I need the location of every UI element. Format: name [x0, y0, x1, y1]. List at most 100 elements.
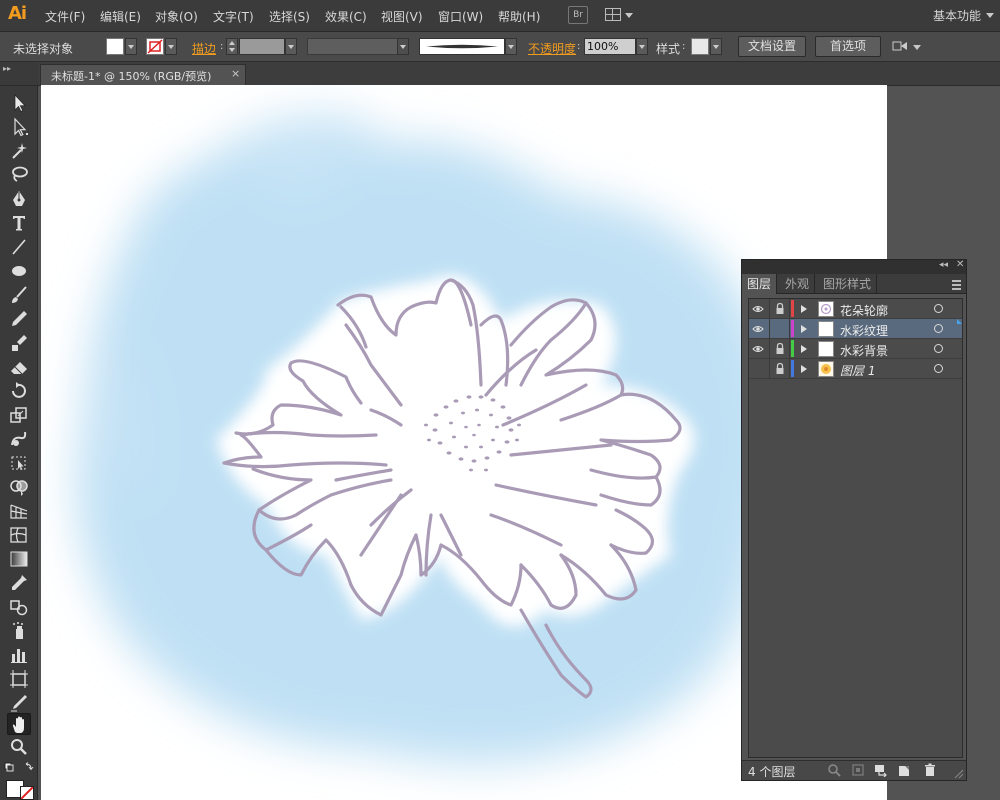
type-tool-icon[interactable] [7, 212, 31, 234]
target-circle-icon[interactable] [934, 344, 943, 353]
symbol-sprayer-tool-icon[interactable] [7, 620, 31, 642]
preferences-button[interactable]: 首选项 [815, 36, 881, 57]
fill-stroke-swatches[interactable] [4, 778, 34, 800]
expand-toolbar-icon[interactable]: ▸▸ [3, 64, 11, 73]
expand-triangle-icon[interactable] [801, 325, 807, 333]
menu-edit[interactable]: 编辑(E) [100, 8, 141, 25]
stroke-dropdown[interactable] [165, 38, 177, 55]
pencil-tool-icon[interactable] [7, 308, 31, 330]
lock-icon[interactable] [774, 362, 786, 375]
make-clipping-mask-icon[interactable] [850, 763, 866, 777]
rotate-tool-icon[interactable] [7, 380, 31, 402]
blend-tool-icon[interactable] [7, 596, 31, 618]
stroke-label[interactable]: 描边 [192, 40, 216, 57]
isolate-icon[interactable] [891, 38, 911, 55]
opacity-dropdown[interactable] [636, 38, 648, 55]
scale-tool-icon[interactable] [7, 404, 31, 426]
layer-name[interactable]: 图层 1 [840, 362, 875, 379]
target-circle-icon[interactable] [934, 304, 943, 313]
magic-wand-tool-icon[interactable] [7, 140, 31, 162]
target-circle-icon[interactable] [934, 364, 943, 373]
workspace-chevron-icon[interactable] [986, 13, 994, 18]
arrange-documents-button[interactable] [605, 6, 635, 24]
eye-icon[interactable] [752, 303, 764, 315]
menu-view[interactable]: 视图(V) [381, 8, 423, 25]
document-setup-button[interactable]: 文档设置 [738, 36, 806, 57]
layer-row[interactable]: 水彩纹理 [749, 319, 962, 339]
layer-name[interactable]: 水彩背景 [840, 342, 888, 359]
paintbrush-tool-icon[interactable] [7, 284, 31, 306]
default-fill-stroke-icon[interactable] [4, 762, 34, 776]
eye-icon[interactable] [752, 323, 764, 335]
mesh-tool-icon[interactable] [7, 524, 31, 546]
gradient-tool-icon[interactable] [7, 548, 31, 570]
zoom-tool-icon[interactable] [7, 736, 31, 758]
artboard-tool-icon[interactable] [7, 668, 31, 690]
stroke-weight-stepper[interactable] [226, 38, 238, 55]
fill-dropdown[interactable] [125, 38, 137, 55]
tab-graphic-styles[interactable]: 图形样式 [818, 274, 878, 294]
direct-selection-tool-icon[interactable] [7, 116, 31, 138]
panel-menu-icon[interactable] [948, 278, 962, 290]
layer-name[interactable]: 花朵轮廓 [840, 302, 888, 319]
menu-object[interactable]: 对象(O) [155, 8, 198, 25]
line-tool-icon[interactable] [7, 236, 31, 258]
lasso-tool-icon[interactable] [7, 164, 31, 186]
menu-file[interactable]: 文件(F) [45, 8, 85, 25]
expand-triangle-icon[interactable] [801, 305, 807, 313]
control-bar-menu-chevron-icon[interactable] [913, 45, 921, 50]
slice-tool-icon[interactable] [7, 692, 31, 714]
menu-effect[interactable]: 效果(C) [325, 8, 367, 25]
menu-select[interactable]: 选择(S) [269, 8, 310, 25]
stroke-color-swatch[interactable] [20, 786, 34, 800]
layer-row[interactable]: 水彩背景 [749, 339, 962, 359]
fill-swatch[interactable] [106, 38, 124, 55]
collapse-panel-icon[interactable]: ◂◂ [939, 260, 948, 270]
document-tab[interactable]: 未标题-1* @ 150% (RGB/预览) × [40, 64, 246, 85]
pen-tool-icon[interactable] [7, 188, 31, 210]
menu-window[interactable]: 窗口(W) [438, 8, 483, 25]
blob-brush-tool-icon[interactable] [7, 332, 31, 354]
stroke-weight-field[interactable] [239, 38, 285, 55]
warp-tool-icon[interactable] [7, 428, 31, 450]
layer-row[interactable]: 图层 1 [749, 359, 962, 379]
eye-icon[interactable] [752, 343, 764, 355]
brush-definition[interactable] [419, 38, 505, 55]
opacity-label[interactable]: 不透明度 [528, 40, 576, 57]
stroke-weight-dropdown[interactable] [285, 38, 297, 55]
graphic-style-dropdown[interactable] [710, 38, 722, 55]
toolbar-grip[interactable]: ▸▸ [0, 62, 38, 86]
brush-dropdown[interactable] [505, 38, 517, 55]
menu-help[interactable]: 帮助(H) [498, 8, 540, 25]
new-layer-icon[interactable] [896, 763, 912, 777]
tab-layers[interactable]: 图层 [742, 274, 778, 294]
profile-dropdown[interactable] [397, 38, 409, 55]
panel-title-bar[interactable]: ◂◂ ✕ [742, 259, 966, 274]
ellipse-tool-icon[interactable] [7, 260, 31, 282]
selection-tool-icon[interactable] [7, 92, 31, 114]
hand-tool-icon[interactable] [7, 713, 31, 735]
target-circle-icon[interactable] [934, 324, 943, 333]
expand-triangle-icon[interactable] [801, 365, 807, 373]
layer-row[interactable]: 花朵轮廓 [749, 299, 962, 319]
expand-triangle-icon[interactable] [801, 345, 807, 353]
trash-icon[interactable] [922, 763, 938, 777]
layer-name[interactable]: 水彩纹理 [840, 322, 888, 339]
bridge-button[interactable]: Br [568, 6, 588, 24]
workspace-switcher[interactable]: 基本功能 [933, 7, 981, 24]
lock-icon[interactable] [774, 302, 786, 315]
perspective-grid-tool-icon[interactable] [7, 500, 31, 522]
close-panel-icon[interactable]: ✕ [956, 259, 964, 270]
tab-appearance[interactable]: 外观 [780, 274, 816, 294]
close-icon[interactable]: × [231, 67, 240, 80]
locate-object-icon[interactable] [826, 763, 842, 777]
shape-builder-tool-icon[interactable] [7, 476, 31, 498]
menu-type[interactable]: 文字(T) [213, 8, 254, 25]
eyedropper-tool-icon[interactable] [7, 572, 31, 594]
stroke-swatch[interactable] [146, 38, 164, 55]
graphic-style-swatch[interactable] [691, 38, 709, 55]
opacity-field[interactable]: 100% [584, 38, 636, 55]
column-graph-tool-icon[interactable] [7, 644, 31, 666]
new-sublayer-icon[interactable] [873, 763, 889, 777]
eraser-tool-icon[interactable] [7, 356, 31, 378]
